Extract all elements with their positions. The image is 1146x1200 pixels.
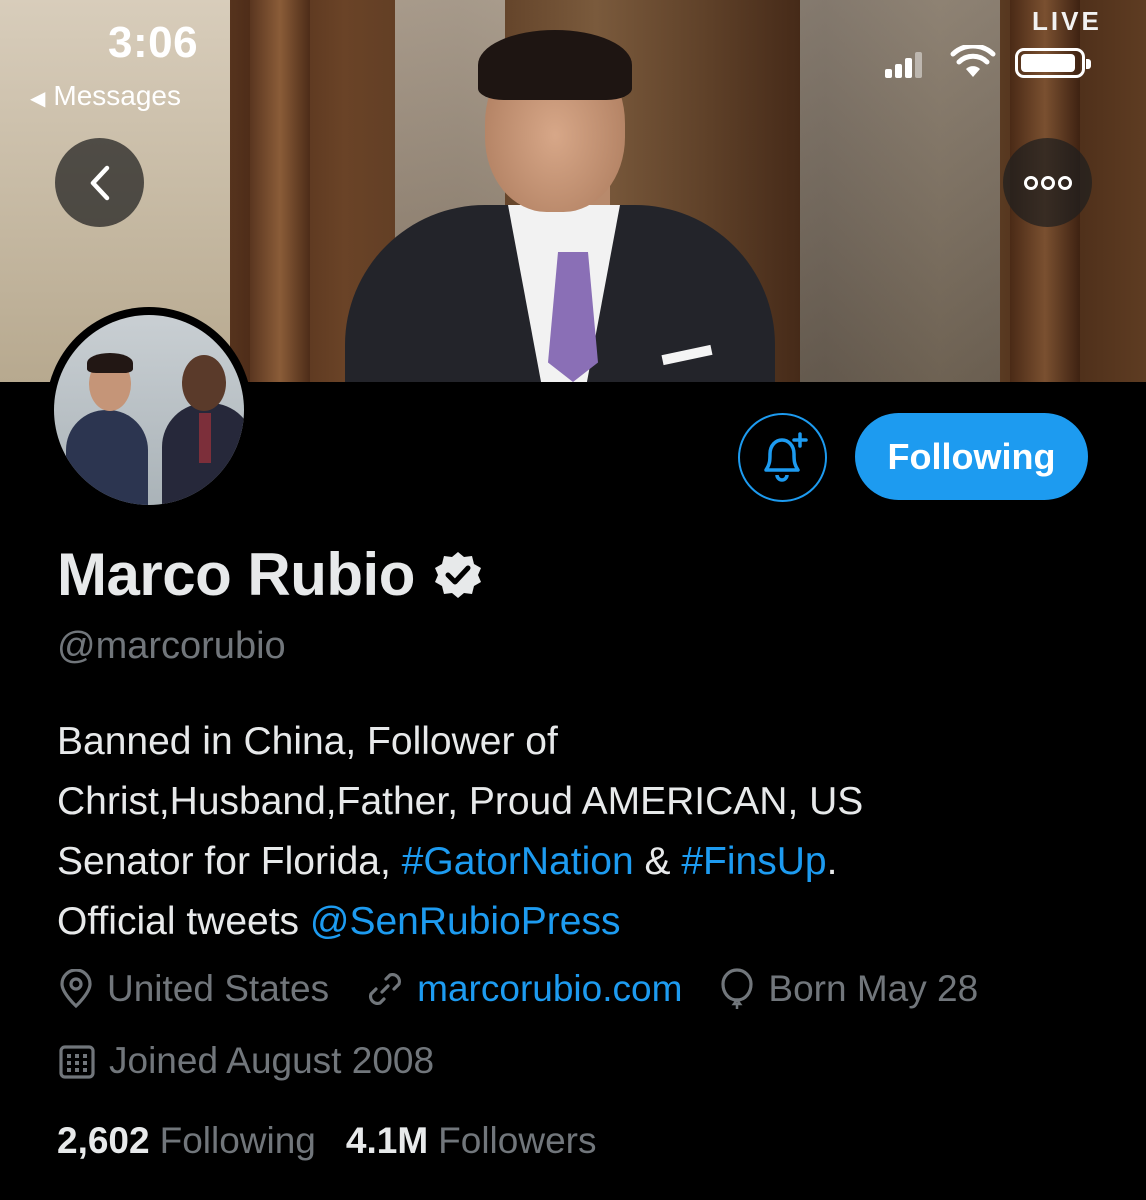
bio: Banned in China, Follower of Christ,Husb… xyxy=(57,712,1097,952)
display-name: Marco Rubio xyxy=(57,541,415,608)
following-button[interactable]: Following xyxy=(855,413,1088,500)
follow-stats: 2,602 Following 4.1M Followers xyxy=(57,1120,626,1162)
wifi-icon xyxy=(950,45,996,77)
bio-line: Official tweets @SenRubioPress xyxy=(57,892,1097,952)
bio-text: Official tweets xyxy=(57,900,310,943)
back-label: Messages xyxy=(53,80,182,111)
signal-icon xyxy=(885,52,925,78)
back-to-messages[interactable]: ◀ Messages xyxy=(30,80,181,112)
hashtag-link[interactable]: #FinsUp xyxy=(681,840,826,883)
link-icon xyxy=(369,972,402,1006)
joined-text: Joined August 2008 xyxy=(109,1040,435,1081)
verified-badge-icon xyxy=(434,551,481,598)
location-pin-icon xyxy=(60,969,92,1009)
website[interactable]: marcorubio.com xyxy=(365,968,682,1010)
profile-meta: Joined August 2008 xyxy=(57,1040,470,1082)
followers-label[interactable]: Followers xyxy=(438,1120,596,1162)
bio-text: . xyxy=(826,840,838,883)
name-row: Marco Rubio xyxy=(57,540,483,609)
status-time: 3:06 xyxy=(108,18,199,67)
bell-plus-icon xyxy=(763,431,808,482)
back-arrow-icon xyxy=(90,165,109,200)
birthday: Born May 28 xyxy=(718,968,978,1010)
mention-link[interactable]: @SenRubioPress xyxy=(310,900,621,943)
bio-text: & xyxy=(633,840,682,883)
website-link[interactable]: marcorubio.com xyxy=(417,968,682,1010)
banner-person-hair xyxy=(478,30,632,100)
bio-text: Senator for Florida, xyxy=(57,840,402,883)
following-label[interactable]: Following xyxy=(160,1120,316,1162)
handle: @marcorubio xyxy=(57,625,286,667)
more-icon xyxy=(1023,175,1072,190)
bio-line: Christ,Husband,Father, Proud AMERICAN, U… xyxy=(57,780,864,823)
location-text: United States xyxy=(107,968,330,1009)
avatar-photo xyxy=(54,315,244,505)
joined-date: Joined August 2008 xyxy=(57,1040,434,1082)
bio-line: Senator for Florida, #GatorNation & #Fin… xyxy=(57,832,1097,892)
profile-meta: United States marcorubio.com Born May 28 xyxy=(57,968,1014,1010)
back-button[interactable] xyxy=(55,138,144,227)
avatar[interactable] xyxy=(46,307,252,513)
birthday-text: Born May 28 xyxy=(768,968,979,1009)
calendar-icon xyxy=(59,1045,95,1079)
battery-icon xyxy=(1015,48,1091,78)
balloon-icon xyxy=(721,968,754,1009)
live-badge: LIVE xyxy=(1032,6,1102,36)
following-count[interactable]: 2,602 xyxy=(57,1120,150,1162)
bio-line: Banned in China, Follower of xyxy=(57,720,558,763)
hashtag-link[interactable]: #GatorNation xyxy=(402,840,634,883)
more-options-button[interactable] xyxy=(1003,138,1092,227)
location: United States xyxy=(57,968,329,1010)
notifications-button[interactable] xyxy=(738,413,827,502)
followers-count[interactable]: 4.1M xyxy=(346,1120,428,1162)
back-triangle-icon: ◀ xyxy=(30,88,46,110)
banner-pillar xyxy=(250,0,310,382)
